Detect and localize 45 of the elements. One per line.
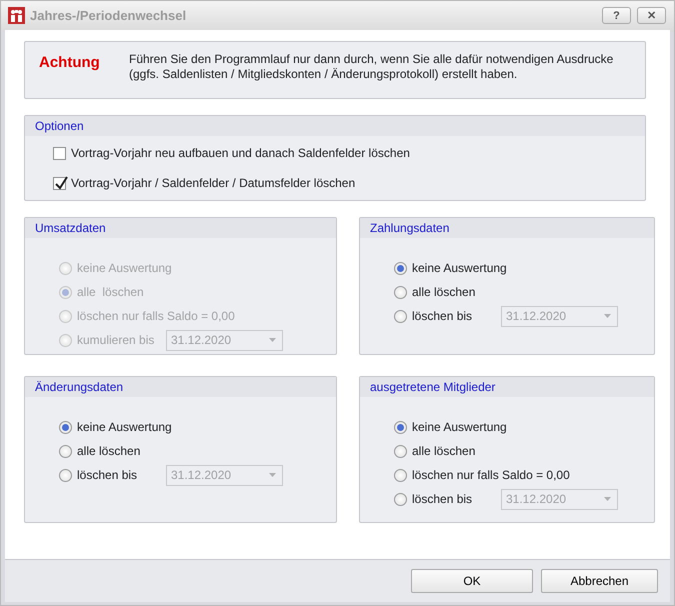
radio-label: alle löschen xyxy=(412,284,476,301)
radio-button[interactable] xyxy=(394,310,407,322)
radio-label: alle löschen xyxy=(77,284,144,301)
ok-button[interactable]: OK xyxy=(411,569,533,593)
group-title: Optionen xyxy=(25,116,645,136)
title-bar-button[interactable]: ✕ xyxy=(637,7,666,24)
radio-button[interactable] xyxy=(59,420,72,434)
radio-label: löschen nur falls Saldo = 0,00 xyxy=(412,467,570,484)
checkbox[interactable] xyxy=(53,146,66,160)
radio-button[interactable] xyxy=(394,286,407,298)
radio-label: keine Auswertung xyxy=(77,260,172,277)
radio-button[interactable] xyxy=(394,262,407,274)
radio-button[interactable] xyxy=(59,444,72,458)
radio-button[interactable] xyxy=(394,468,407,482)
radio-label: keine Auswertung xyxy=(77,419,172,436)
radio-label: kumulieren bis xyxy=(77,332,156,349)
caret-icon xyxy=(269,473,276,477)
window-title: Jahres-/Periodenwechsel xyxy=(30,6,186,25)
radio-label: alle löschen xyxy=(412,443,476,460)
radio-button[interactable] xyxy=(394,420,407,434)
title-bar-button[interactable]: ? xyxy=(602,7,631,24)
radio-button[interactable] xyxy=(394,492,407,506)
radio-label: alle löschen xyxy=(77,443,140,460)
radio-button[interactable] xyxy=(59,468,72,482)
radio-label: löschen bis xyxy=(412,491,474,508)
radio-label: keine Auswertung xyxy=(412,419,507,436)
checkbox-label: Vortrag-Vorjahr neu aufbauen und danach Saldenfelder löschen xyxy=(71,145,410,162)
radio-label: löschen nur falls Saldo = 0,00 xyxy=(77,308,235,325)
checkbox-label: Vortrag-Vorjahr / Saldenfelder / Datumsfelder löschen xyxy=(71,175,356,192)
radio-label: löschen bis xyxy=(77,467,138,484)
caret-icon xyxy=(604,314,611,318)
group-title: Zahlungsdaten xyxy=(360,218,654,238)
group-title: ausgetretene Mitglieder xyxy=(360,377,654,397)
group-title: Änderungsdaten xyxy=(25,377,336,397)
checkbox[interactable] xyxy=(53,176,66,190)
caret-icon xyxy=(269,338,276,342)
warning-heading: Achtung xyxy=(39,53,99,73)
radio-button[interactable] xyxy=(394,444,407,458)
app-icon xyxy=(8,7,25,24)
caret-icon xyxy=(604,497,611,501)
group-title: Umsatzdaten xyxy=(25,218,336,238)
cancel-button[interactable]: Abbrechen xyxy=(541,569,658,593)
warning-text: Führen Sie den Programmlauf nur dann durch, wenn Sie alle dafür notwendigen Ausdrucke (ggfs. Saldenlisten / Mitgliedskonten / Änderungsprotokoll) erstellt haben. xyxy=(129,52,614,83)
radio-label: löschen bis xyxy=(412,308,474,325)
radio-label: keine Auswertung xyxy=(412,260,507,277)
